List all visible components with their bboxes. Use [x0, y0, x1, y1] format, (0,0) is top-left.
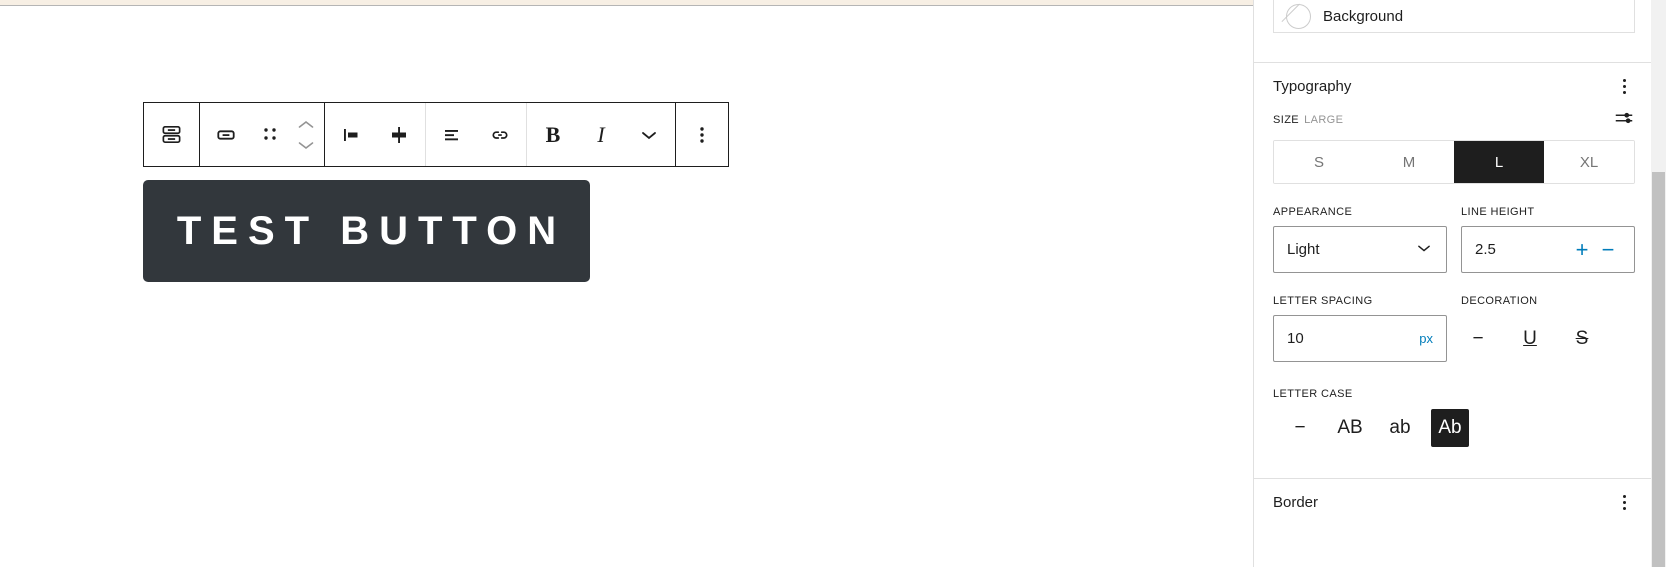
text-align-button[interactable]	[428, 103, 476, 166]
width-setting-button[interactable]	[375, 103, 423, 166]
border-options-button[interactable]	[1613, 487, 1635, 517]
block-type-switcher-button[interactable]	[144, 103, 200, 166]
letter-case-label: LETTER CASE	[1273, 388, 1353, 400]
line-height-increment-button[interactable]: +	[1569, 238, 1595, 261]
appearance-field: APPEARANCE Light	[1273, 206, 1447, 273]
size-label-text: SIZE	[1273, 114, 1300, 126]
size-label: SIZE LARGE	[1273, 114, 1343, 126]
appearance-value: Light	[1287, 241, 1320, 258]
bold-button[interactable]: B	[529, 103, 577, 166]
line-height-input[interactable]: 2.5	[1475, 241, 1569, 258]
buttons-block-icon	[217, 129, 235, 140]
italic-button[interactable]: I	[577, 103, 625, 166]
button-block[interactable]: TEST BUTTON	[143, 180, 590, 282]
letter-case-field: LETTER CASE − AB ab Ab	[1273, 384, 1635, 454]
decoration-field: DECORATION − U S	[1461, 295, 1635, 362]
decoration-options[interactable]: − U S	[1461, 315, 1635, 362]
letter-case-uppercase-button[interactable]: AB	[1331, 409, 1369, 447]
letter-spacing-label: LETTER SPACING	[1273, 295, 1373, 307]
background-color-row[interactable]: Background	[1273, 0, 1635, 33]
alignment-group[interactable]	[325, 103, 426, 166]
italic-icon: I	[597, 121, 605, 147]
block-movers[interactable]	[290, 103, 322, 166]
font-size-option-s[interactable]: S	[1274, 141, 1364, 183]
letter-case-none-button[interactable]: −	[1281, 409, 1319, 447]
font-size-option-xl[interactable]: XL	[1544, 141, 1634, 183]
sidebar-scrollbar-thumb[interactable]	[1652, 172, 1665, 567]
appearance-lineheight-row: APPEARANCE Light LINE HEIGHT 2.5 + −	[1273, 206, 1635, 273]
appearance-label: APPEARANCE	[1273, 206, 1353, 218]
insert-link-button[interactable]	[476, 103, 524, 166]
letter-spacing-input[interactable]: 10	[1287, 330, 1419, 347]
block-options-group[interactable]	[676, 103, 728, 166]
typography-options-button[interactable]	[1613, 71, 1635, 101]
chevron-up-icon	[298, 120, 314, 128]
font-size-segmented-control[interactable]: S M L XL	[1273, 140, 1635, 184]
block-options-button[interactable]	[678, 103, 726, 166]
ellipsis-vertical-icon	[1622, 90, 1626, 94]
text-align-icon	[445, 129, 458, 140]
align-left-icon	[344, 128, 358, 141]
typography-title: Typography	[1273, 77, 1352, 95]
decoration-underline-button[interactable]: U	[1513, 322, 1547, 356]
line-height-decrement-button[interactable]: −	[1595, 238, 1621, 261]
custom-size-toggle-button[interactable]	[1613, 107, 1635, 134]
line-height-field: LINE HEIGHT 2.5 + −	[1461, 206, 1635, 273]
size-value-label: LARGE	[1304, 114, 1344, 126]
width-icon	[392, 126, 406, 143]
ellipsis-vertical-icon	[1622, 78, 1626, 82]
sidebar-scrollbar-track[interactable]	[1651, 0, 1666, 567]
chevron-down-icon	[642, 131, 656, 139]
top-notice-strip	[0, 0, 1253, 6]
settings-sidebar[interactable]: Background Typography SIZE LARGE S M L X…	[1253, 0, 1654, 567]
more-rich-text-button[interactable]	[625, 103, 673, 166]
chevron-down-icon[interactable]	[1415, 241, 1433, 259]
ellipsis-vertical-icon	[1622, 84, 1626, 88]
button-block-icon	[162, 125, 181, 144]
border-title: Border	[1273, 493, 1319, 511]
border-section-header[interactable]: Border	[1254, 479, 1654, 525]
text-format-group[interactable]	[426, 103, 527, 166]
typography-header: Typography	[1273, 63, 1635, 109]
drag-handle-button[interactable]	[250, 103, 290, 166]
ellipsis-vertical-icon	[700, 126, 704, 143]
letter-spacing-input-wrap[interactable]: 10 px	[1273, 315, 1447, 362]
none-swatch-icon	[1286, 3, 1311, 29]
background-label: Background	[1323, 7, 1404, 25]
typography-section: Typography SIZE LARGE S M L XL APPEARANC…	[1254, 63, 1654, 454]
ellipsis-vertical-icon	[1622, 500, 1626, 504]
line-height-label: LINE HEIGHT	[1461, 206, 1535, 218]
move-up-button[interactable]	[297, 115, 315, 135]
letter-spacing-unit-select[interactable]: px	[1419, 331, 1433, 346]
block-toolbar[interactable]: B I	[143, 102, 729, 167]
editor-canvas[interactable]: B I TEST BUTTON	[0, 7, 1253, 567]
editor-window: B I TEST BUTTON Background Typography SI…	[0, 0, 1666, 567]
sliders-icon	[1615, 112, 1633, 123]
link-icon	[492, 130, 508, 139]
rich-text-group[interactable]: B I	[527, 103, 676, 166]
drag-handle-icon	[264, 127, 276, 140]
font-size-option-m[interactable]: M	[1364, 141, 1454, 183]
decoration-none-button[interactable]: −	[1461, 322, 1495, 356]
bold-icon: B	[545, 121, 561, 147]
letter-spacing-field: LETTER SPACING 10 px	[1273, 295, 1447, 362]
letterspacing-decoration-row: LETTER SPACING 10 px DECORATION − U S	[1273, 295, 1635, 362]
chevron-down-icon	[298, 141, 314, 149]
align-left-button[interactable]	[327, 103, 375, 166]
ellipsis-vertical-icon	[1622, 494, 1626, 498]
select-parent-block-button[interactable]	[202, 103, 250, 166]
letter-case-lowercase-button[interactable]: ab	[1381, 409, 1419, 447]
letter-case-options[interactable]: − AB ab Ab	[1273, 402, 1635, 454]
move-down-button[interactable]	[297, 135, 315, 155]
ellipsis-vertical-icon	[1622, 506, 1626, 510]
size-row: SIZE LARGE	[1273, 109, 1635, 131]
decoration-strikethrough-button[interactable]: S	[1565, 322, 1599, 356]
font-size-option-l[interactable]: L	[1454, 141, 1544, 183]
letter-case-capitalize-button[interactable]: Ab	[1431, 409, 1469, 447]
line-height-input-wrap[interactable]: 2.5 + −	[1461, 226, 1635, 273]
appearance-select[interactable]: Light	[1273, 226, 1447, 273]
decoration-label: DECORATION	[1461, 295, 1538, 307]
block-mover-group[interactable]	[200, 103, 325, 166]
